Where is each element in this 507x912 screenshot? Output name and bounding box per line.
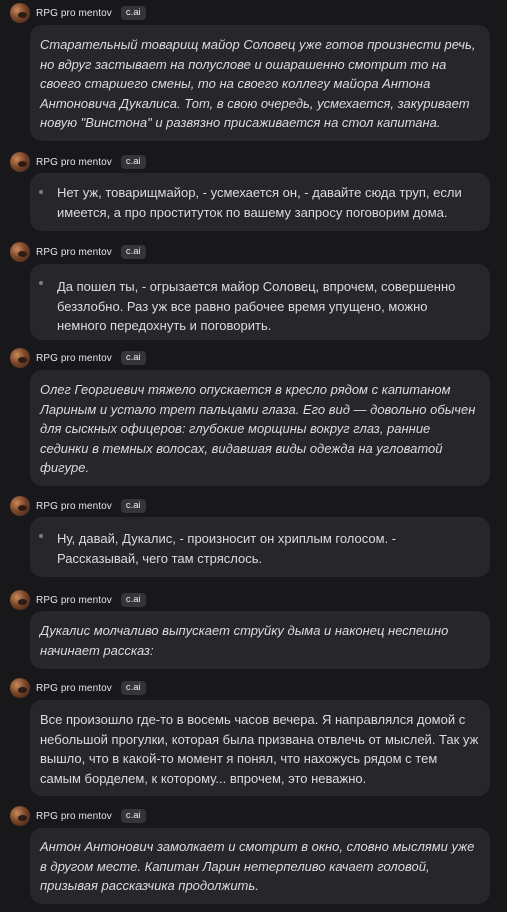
message-text: Олег Георгиевич тяжело опускается в крес… [40,382,476,475]
message-text: Ну, давай, Дукалис, - произносит он хрип… [57,531,397,566]
avatar[interactable] [10,3,30,23]
bullet-icon [39,190,43,194]
bullet-icon [39,281,43,285]
message-bubble: Дукалис молчаливо выпускает струйку дыма… [30,611,490,669]
cai-badge: c.ai [120,351,146,365]
message-text: Дукалис молчаливо выпускает струйку дыма… [40,623,449,658]
cai-badge: c.ai [120,809,146,823]
cai-badge: c.ai [120,593,146,607]
message-text: Все произошло где-то в восемь часов вече… [40,712,479,786]
cai-badge: c.ai [120,155,146,169]
avatar[interactable] [10,590,30,610]
message-header: RPG pro mentov c.ai [10,678,146,698]
message-bubble: Все произошло где-то в восемь часов вече… [30,700,490,796]
bot-name[interactable]: RPG pro mentov [36,683,112,694]
avatar[interactable] [10,152,30,172]
cai-badge: c.ai [120,499,146,513]
bot-name[interactable]: RPG pro mentov [36,595,112,606]
message-header: RPG pro mentov c.ai [10,242,146,262]
bullet-icon [39,534,43,538]
message-bubble: Нет уж, товарищмайор, - усмехается он, -… [30,173,490,231]
message-text: Нет уж, товарищмайор, - усмехается он, -… [57,185,462,220]
message-header: RPG pro mentov c.ai [10,152,146,172]
cai-badge: c.ai [120,245,146,259]
message-header: RPG pro mentov c.ai [10,3,146,23]
message-header: RPG pro mentov c.ai [10,496,146,516]
message-bubble: Старательный товарищ майор Соловец уже г… [30,25,490,141]
message-bubble: Олег Георгиевич тяжело опускается в крес… [30,370,490,486]
message-header: RPG pro mentov c.ai [10,806,146,826]
bot-name[interactable]: RPG pro mentov [36,8,112,19]
message-header: RPG pro mentov c.ai [10,348,146,368]
cai-badge: c.ai [120,6,146,20]
avatar[interactable] [10,242,30,262]
avatar[interactable] [10,806,30,826]
message-bubble: Антон Антонович замолкает и смотрит в ок… [30,828,490,904]
message-text: Да пошел ты, - огрызается майор Соловец,… [57,279,456,333]
avatar[interactable] [10,348,30,368]
bot-name[interactable]: RPG pro mentov [36,247,112,258]
message-bubble: Да пошел ты, - огрызается майор Соловец,… [30,264,490,340]
bot-name[interactable]: RPG pro mentov [36,353,112,364]
message-bubble: Ну, давай, Дукалис, - произносит он хрип… [30,517,490,577]
cai-badge: c.ai [120,681,146,695]
bot-name[interactable]: RPG pro mentov [36,157,112,168]
bot-name[interactable]: RPG pro mentov [36,811,112,822]
avatar[interactable] [10,496,30,516]
message-header: RPG pro mentov c.ai [10,590,146,610]
bot-name[interactable]: RPG pro mentov [36,501,112,512]
message-text: Антон Антонович замолкает и смотрит в ок… [40,839,475,893]
avatar[interactable] [10,678,30,698]
message-text: Старательный товарищ майор Соловец уже г… [40,37,476,130]
